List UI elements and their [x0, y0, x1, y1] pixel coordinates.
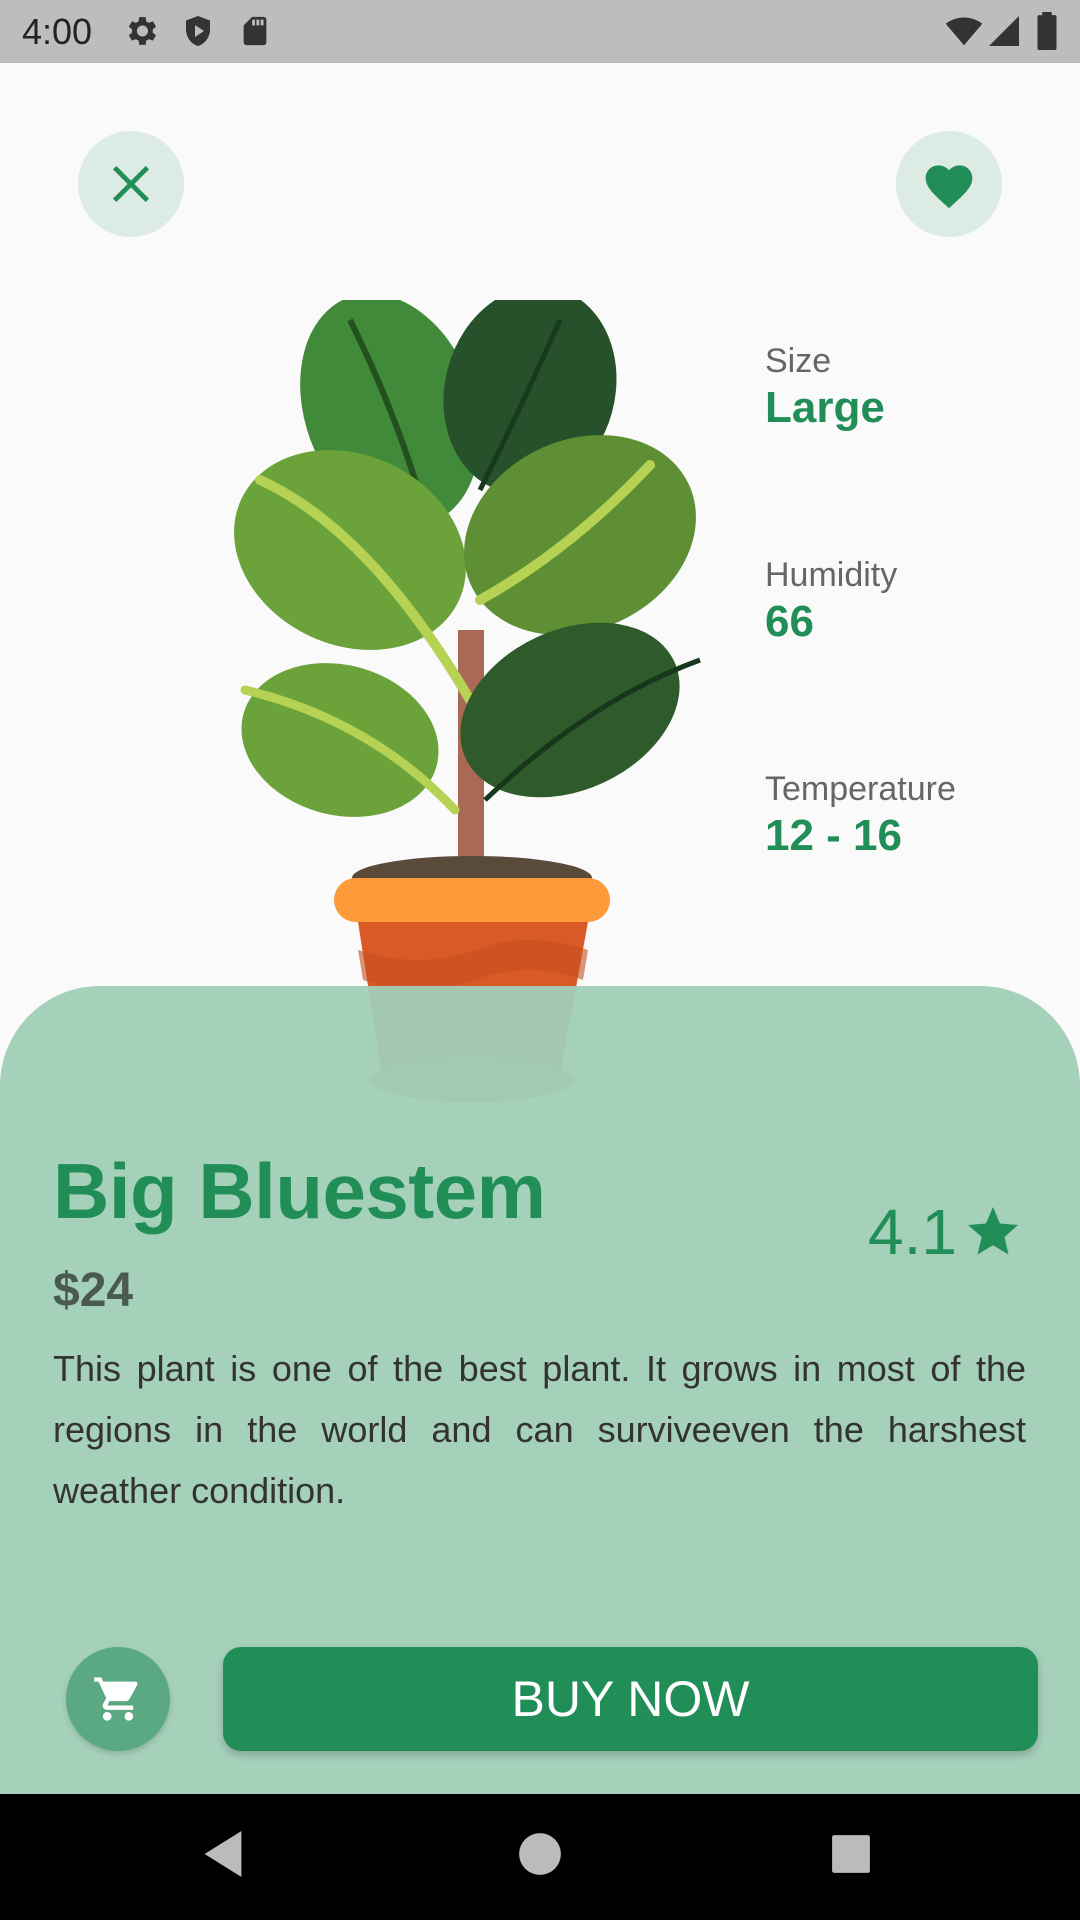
- add-to-cart-button[interactable]: [66, 1647, 170, 1751]
- shield-icon: [186, 16, 210, 46]
- spec-size: Size Large: [765, 342, 885, 433]
- sd-card-icon: [243, 16, 267, 46]
- spec-humidity: Humidity 66: [765, 556, 897, 647]
- spec-value: 66: [765, 597, 814, 646]
- product-price: $24: [53, 1264, 134, 1317]
- status-bar: 4:00: [0, 0, 1080, 63]
- heart-icon: [925, 165, 973, 209]
- spec-label: Size: [765, 342, 832, 380]
- gear-icon: [128, 17, 157, 45]
- product-name: Big Bluestem: [53, 1147, 546, 1235]
- buy-now-button[interactable]: BUY NOW: [223, 1647, 1038, 1751]
- spec-value: Large: [765, 383, 885, 432]
- recents-icon[interactable]: [830, 1824, 872, 1884]
- spec-label: Humidity: [765, 556, 898, 594]
- signal-icon: [989, 16, 1019, 46]
- navigation-bar: [0, 1794, 1080, 1920]
- cart-icon: [94, 1677, 138, 1721]
- home-icon[interactable]: [518, 1824, 562, 1884]
- status-time: 4:00: [22, 11, 93, 52]
- rating-value: 4.1: [868, 1196, 957, 1268]
- product-rating: 4.1: [868, 1195, 1023, 1269]
- close-icon: [112, 165, 150, 203]
- close-button[interactable]: [78, 131, 184, 237]
- battery-icon: [1037, 12, 1057, 50]
- star-icon: [967, 1207, 1018, 1255]
- spec-temperature: Temperature 12 - 16: [765, 770, 956, 861]
- spec-label: Temperature: [765, 770, 956, 808]
- spec-value: 12 - 16: [765, 811, 902, 860]
- wifi-icon: [945, 17, 983, 46]
- back-icon[interactable]: [200, 1824, 246, 1884]
- product-description: This plant is one of the best plant. It …: [53, 1348, 1026, 1511]
- favorite-button[interactable]: [896, 131, 1002, 237]
